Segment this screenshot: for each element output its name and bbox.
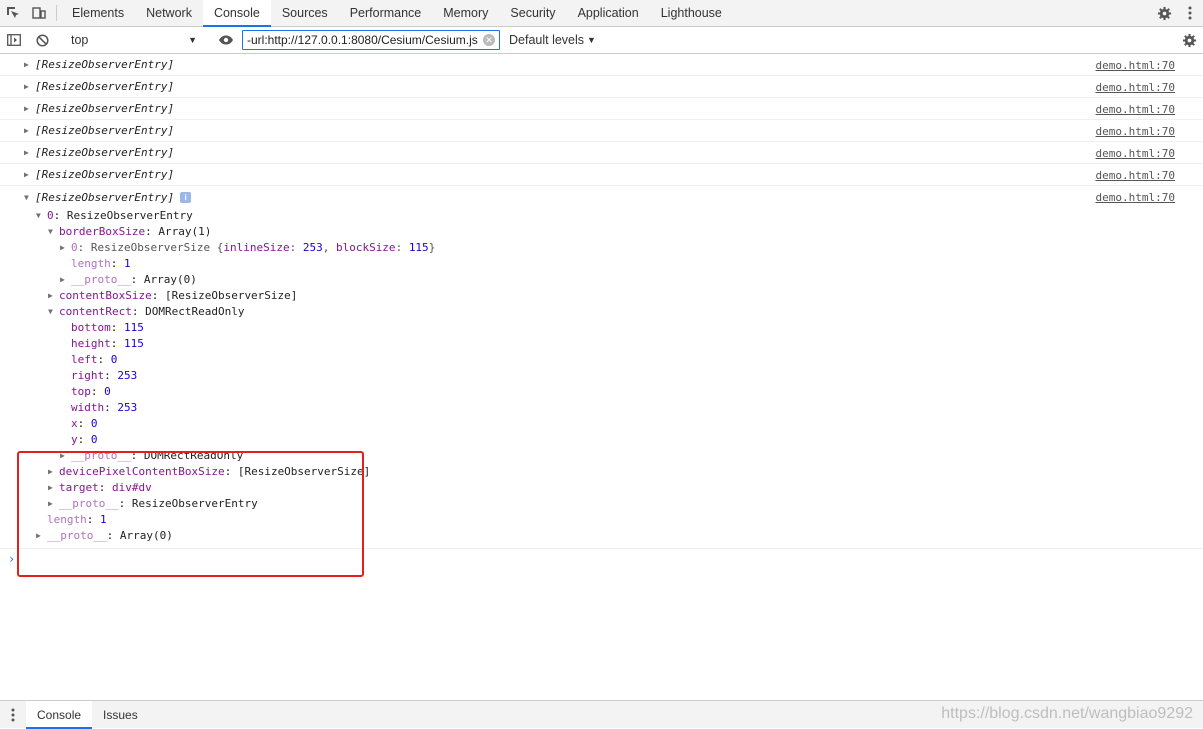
console-message[interactable]: ▶ [ResizeObserverEntry] demo.html:70 (0, 98, 1203, 120)
dropdown-arrow-icon: ▼ (188, 35, 197, 45)
levels-arrow-icon: ▼ (587, 35, 596, 45)
drawer-tab-issues[interactable]: Issues (92, 701, 149, 728)
expand-arrow-icon[interactable]: ▶ (24, 82, 35, 91)
console-prompt[interactable]: › (0, 549, 1203, 569)
tab-elements[interactable]: Elements (61, 0, 135, 26)
console-settings-gear-icon[interactable] (1175, 27, 1203, 53)
expand-arrow-icon[interactable]: ▶ (60, 272, 71, 288)
devtools-main-toolbar: Elements Network Console Sources Perform… (0, 0, 1203, 27)
tree-node-rect-proto[interactable]: ▶ __proto__: DOMRectReadOnly (0, 448, 1203, 464)
inspect-element-icon[interactable] (0, 0, 26, 26)
source-link[interactable]: demo.html:70 (1096, 191, 1175, 204)
rect-prop-height: height: 115 (71, 337, 144, 350)
tree-node-target[interactable]: ▶ target: div#dv (0, 480, 1203, 496)
log-text: [ResizeObserverEntry] (35, 190, 175, 204)
levels-label: Default levels (509, 33, 585, 47)
log-text: [ResizeObserverEntry] (35, 124, 175, 137)
info-icon[interactable]: i (180, 191, 192, 203)
console-message[interactable]: ▶ [ResizeObserverEntry] demo.html:70 (0, 164, 1203, 186)
console-message-expanded: ▼ [ResizeObserverEntry] i demo.html:70 ▼… (0, 186, 1203, 577)
expanded-entry-header[interactable]: ▼ [ResizeObserverEntry] i demo.html:70 (0, 186, 1203, 208)
tab-performance[interactable]: Performance (339, 0, 433, 26)
expand-arrow-icon[interactable]: ▶ (24, 170, 35, 179)
expand-arrow-icon[interactable]: ▶ (24, 126, 35, 135)
tab-sources[interactable]: Sources (271, 0, 339, 26)
tree-node-bbs-proto[interactable]: ▶ __proto__: Array(0) (0, 272, 1203, 288)
console-messages: ▶ [ResizeObserverEntry] demo.html:70 ▶ [… (0, 54, 1203, 700)
drawer-tab-console[interactable]: Console (26, 701, 93, 729)
log-text: [ResizeObserverEntry] (35, 80, 175, 93)
expand-arrow-icon[interactable]: ▶ (24, 104, 35, 113)
context-value: top (71, 33, 89, 47)
tree-node-length: length: 1 (47, 513, 107, 526)
tab-lighthouse[interactable]: Lighthouse (650, 0, 733, 26)
rect-prop-left: left: 0 (71, 353, 118, 366)
collapse-arrow-icon[interactable]: ▼ (24, 193, 35, 202)
rect-prop-right: right: 253 (71, 369, 138, 382)
watermark-text: https://blog.csdn.net/wangbiao9292 (941, 705, 1193, 722)
drawer-menu-icon[interactable] (0, 701, 26, 728)
expand-arrow-icon[interactable]: ▶ (24, 148, 35, 157)
expand-arrow-icon[interactable]: ▶ (60, 240, 71, 256)
settings-gear-icon[interactable] (1151, 6, 1177, 21)
log-text: [ResizeObserverEntry] (35, 168, 175, 181)
console-message[interactable]: ▶ [ResizeObserverEntry] demo.html:70 (0, 142, 1203, 164)
rect-prop-width: width: 253 (71, 401, 138, 414)
source-link[interactable]: demo.html:70 (1096, 81, 1175, 94)
tab-security[interactable]: Security (499, 0, 566, 26)
collapse-arrow-icon[interactable]: ▼ (48, 224, 59, 240)
rect-prop-y: y: 0 (71, 433, 98, 446)
tab-application[interactable]: Application (567, 0, 650, 26)
source-link[interactable]: demo.html:70 (1096, 59, 1175, 72)
tree-node-contentboxsize[interactable]: ▶ contentBoxSize: [ResizeObserverSize] (0, 288, 1203, 304)
expand-arrow-icon[interactable]: ▶ (48, 496, 59, 512)
tree-node-contentrect[interactable]: ▼ contentRect: DOMRectReadOnly (0, 304, 1203, 320)
tab-memory[interactable]: Memory (432, 0, 499, 26)
tree-node-item0[interactable]: ▼ 0: ResizeObserverEntry (0, 208, 1203, 224)
source-link[interactable]: demo.html:70 (1096, 169, 1175, 182)
tree-node-proto[interactable]: ▶ __proto__: Array(0) (0, 528, 1203, 544)
expand-arrow-icon[interactable]: ▶ (36, 528, 47, 544)
source-link[interactable]: demo.html:70 (1096, 103, 1175, 116)
expand-arrow-icon[interactable]: ▶ (48, 288, 59, 304)
prompt-caret-icon: › (8, 552, 16, 566)
console-filter-bar: top ▼ -url:http://127.0.0.1:8080/Cesium/… (0, 27, 1203, 54)
tree-node-borderboxsize[interactable]: ▼ borderBoxSize: Array(1) (0, 224, 1203, 240)
console-filter-input[interactable]: -url:http://127.0.0.1:8080/Cesium/Cesium… (242, 30, 500, 50)
log-text: [ResizeObserverEntry] (35, 146, 175, 159)
expand-arrow-icon[interactable]: ▶ (48, 464, 59, 480)
rect-prop-top: top: 0 (71, 385, 111, 398)
console-message[interactable]: ▶ [ResizeObserverEntry] demo.html:70 (0, 76, 1203, 98)
tab-network[interactable]: Network (135, 0, 203, 26)
more-options-icon[interactable] (1177, 6, 1203, 20)
source-link[interactable]: demo.html:70 (1096, 147, 1175, 160)
expand-arrow-icon[interactable]: ▶ (60, 448, 71, 464)
toolbar-divider (56, 5, 57, 21)
clear-console-icon[interactable] (28, 27, 56, 53)
tree-node-bbs-length: length: 1 (71, 257, 131, 270)
tree-node-bbs-item0[interactable]: ▶ 0: ResizeObserverSize { inlineSize: 25… (0, 240, 1203, 256)
log-levels-dropdown[interactable]: Default levels ▼ (509, 33, 596, 47)
clear-filter-icon[interactable]: ✕ (483, 34, 495, 46)
device-toolbar-icon[interactable] (26, 0, 52, 26)
live-expression-eye-icon[interactable] (212, 27, 240, 53)
tab-console[interactable]: Console (202, 0, 271, 27)
collapse-arrow-icon[interactable]: ▼ (48, 304, 59, 320)
collapse-arrow-icon[interactable]: ▼ (36, 208, 47, 224)
tree-node-entry-proto[interactable]: ▶ __proto__: ResizeObserverEntry (0, 496, 1203, 512)
console-message[interactable]: ▶ [ResizeObserverEntry] demo.html:70 (0, 120, 1203, 142)
expand-arrow-icon[interactable]: ▶ (48, 480, 59, 496)
log-text: [ResizeObserverEntry] (35, 102, 175, 115)
rect-prop-x: x: 0 (71, 417, 98, 430)
tree-node-devicepixelcontentboxsize[interactable]: ▶ devicePixelContentBoxSize: [ResizeObse… (0, 464, 1203, 480)
filter-value: -url:http://127.0.0.1:8080/Cesium/Cesium… (247, 33, 478, 47)
rect-prop-bottom: bottom: 115 (71, 321, 144, 334)
execution-context-select[interactable]: top ▼ (65, 30, 203, 50)
console-message[interactable]: ▶ [ResizeObserverEntry] demo.html:70 (0, 54, 1203, 76)
source-link[interactable]: demo.html:70 (1096, 125, 1175, 138)
expand-arrow-icon[interactable]: ▶ (24, 60, 35, 69)
show-sidebar-icon[interactable] (0, 27, 28, 53)
log-text: [ResizeObserverEntry] (35, 58, 175, 71)
